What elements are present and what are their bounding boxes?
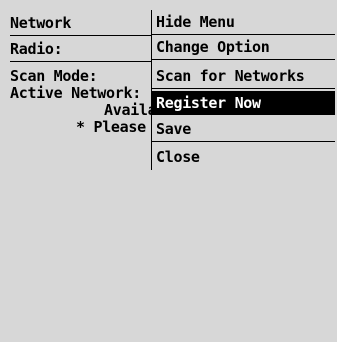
popup-menu: Hide Menu Change Option Scan for Network… [151,10,335,170]
menu-item-label: Register Now [156,94,261,112]
please-note-text: * Please [76,118,146,136]
menu-item-label: Hide Menu [156,13,235,31]
active-network-label: Active Network: [10,84,141,102]
menu-item-label: Close [156,148,200,166]
menu-item-close[interactable]: Close [152,145,335,169]
network-options-screen: Network Radio: Scan Mode: Active Network… [0,0,337,342]
menu-item-change-option[interactable]: Change Option [152,35,335,60]
screen-title: Network [10,14,72,32]
menu-item-label: Change Option [156,38,270,56]
menu-item-label: Scan for Networks [156,67,305,85]
menu-item-scan-for-networks[interactable]: Scan for Networks [152,64,335,89]
scan-mode-field-label[interactable]: Scan Mode: [10,67,98,85]
radio-divider [10,61,152,62]
menu-item-register-now[interactable]: Register Now [152,91,335,115]
menu-item-hide-menu[interactable]: Hide Menu [152,10,335,35]
radio-field-label[interactable]: Radio: [10,40,63,58]
menu-item-save[interactable]: Save [152,117,335,142]
title-divider [10,35,152,36]
menu-item-label: Save [156,120,191,138]
